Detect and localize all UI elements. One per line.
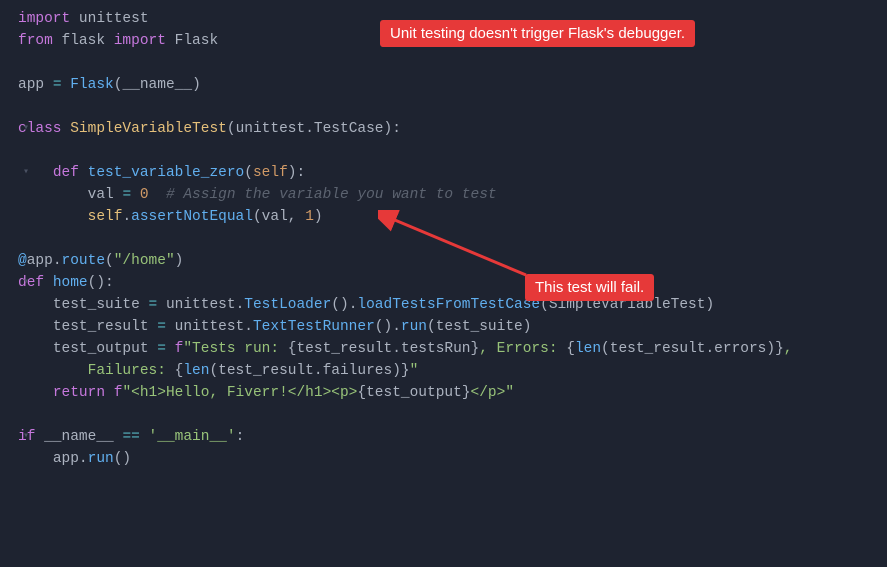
code-line: app.run() — [18, 448, 887, 470]
code-line: Failures: {len(test_result.failures)}" — [18, 360, 887, 382]
code-line: test_result = unittest.TextTestRunner().… — [18, 316, 887, 338]
fold-icon[interactable]: ▾ — [21, 272, 31, 294]
fold-icon[interactable]: ▾ — [21, 118, 31, 140]
blank-line — [18, 404, 887, 426]
blank-line — [18, 96, 887, 118]
code-line: test_output = f"Tests run: {test_result.… — [18, 338, 887, 360]
blank-line — [18, 470, 887, 492]
code-line: def test_variable_zero(self): — [18, 162, 887, 184]
fold-icon[interactable]: ▾ — [21, 162, 31, 184]
blank-line — [18, 52, 887, 74]
code-line: app = Flask(__name__) — [18, 74, 887, 96]
code-line: val = 0 # Assign the variable you want t… — [18, 184, 887, 206]
fold-icon[interactable]: ▾ — [21, 426, 31, 448]
annotation-top: Unit testing doesn't trigger Flask's deb… — [380, 20, 695, 47]
blank-line — [18, 140, 887, 162]
arrow-icon — [378, 210, 538, 280]
code-line: if __name__ == '__main__': — [18, 426, 887, 448]
annotation-middle: This test will fail. — [525, 274, 654, 301]
code-line: return f"<h1>Hello, Fiverr!</h1><p>{test… — [18, 382, 887, 404]
code-line: test_suite = unittest.TestLoader().loadT… — [18, 294, 887, 316]
code-line: class SimpleVariableTest(unittest.TestCa… — [18, 118, 887, 140]
